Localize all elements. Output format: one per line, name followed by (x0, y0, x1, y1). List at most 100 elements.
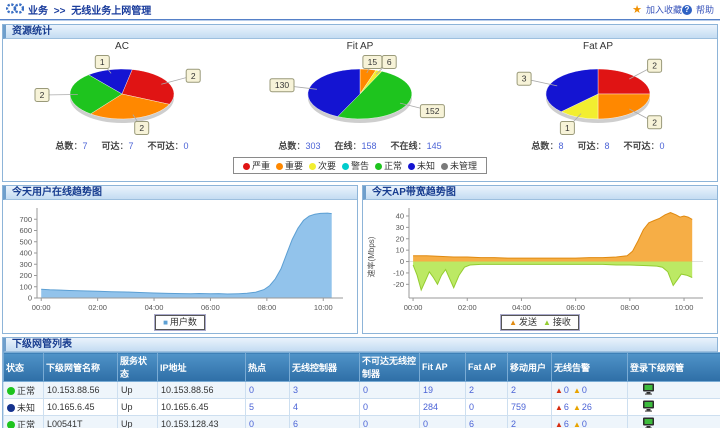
svg-text:300: 300 (19, 260, 32, 269)
svg-text:700: 700 (19, 215, 32, 224)
severity-legend: 严重重要次要警告正常未知未管理 (233, 157, 487, 174)
critical-alarm-count[interactable]: 0 (564, 385, 569, 395)
help-icon[interactable]: ? (682, 5, 692, 15)
bandwidth-trend-legend: ▲发送▲接收 (501, 315, 579, 330)
pie-fat-ap-stats: 总数：8可达：8不可达：0 (479, 139, 717, 152)
svg-text:08:00: 08:00 (258, 303, 277, 312)
major-alarm-count[interactable]: 26 (582, 402, 592, 412)
legend-label: 用户数 (170, 317, 197, 327)
svg-text:0: 0 (400, 257, 404, 266)
cell-fit-ap[interactable]: 0 (420, 416, 466, 428)
nms-col-header: 热点 (246, 353, 290, 382)
cell-hotspot[interactable]: 0 (246, 416, 290, 428)
favorite-star-icon[interactable]: ★ (632, 3, 642, 16)
breadcrumb-page: 无线业务上网管理 (71, 6, 151, 17)
login-nms-icon[interactable] (642, 383, 655, 397)
user-trend-header: 今天用户在线趋势图 (3, 186, 357, 200)
cell-fat-ap[interactable]: 6 (466, 416, 508, 428)
legend-marker-icon: ▲ (543, 318, 551, 327)
legend-marker-icon: ▲ (509, 318, 517, 327)
pie-stat: 总数：7 (55, 141, 87, 151)
cell-status: 正常 (4, 382, 44, 399)
svg-text:6: 6 (387, 57, 392, 67)
breadcrumb-root[interactable]: 业务 (28, 6, 48, 17)
severity-dot-icon (309, 163, 316, 170)
cell-wireless-alarms: ▲6▲0 (552, 416, 628, 428)
pie-stat: 总数：303 (278, 141, 320, 151)
cell-unreachable-wlc[interactable]: 0 (360, 399, 420, 416)
major-alarm-icon: ▲ (573, 420, 581, 428)
cell-service-status: Up (118, 416, 158, 428)
major-alarm-count[interactable]: 0 (582, 419, 587, 428)
cell-nms-name[interactable]: 10.165.6.45 (44, 399, 118, 416)
legend-marker-icon: ■ (163, 318, 168, 327)
severity-legend-item: 严重 (243, 161, 270, 171)
pie-svg: 156152130 (247, 54, 473, 136)
severity-legend-item: 未知 (408, 161, 435, 171)
svg-text:600: 600 (19, 226, 32, 235)
cell-service-status: Up (118, 382, 158, 399)
cell-status: 未知 (4, 399, 44, 416)
pie-slice-严重[interactable] (598, 69, 650, 94)
cell-wlc[interactable]: 4 (290, 399, 360, 416)
svg-text:400: 400 (19, 249, 32, 258)
pie-ac-chart[interactable]: 1222 (3, 54, 241, 138)
cell-fat-ap[interactable]: 2 (466, 382, 508, 399)
svg-text:02:00: 02:00 (458, 303, 477, 312)
cell-nms-name[interactable]: 10.153.88.56 (44, 382, 118, 399)
cell-unreachable-wlc[interactable]: 0 (360, 416, 420, 428)
pie-fat-ap-chart[interactable]: 2213 (479, 54, 717, 138)
severity-legend-item: 次要 (309, 161, 336, 171)
resource-stats-panel: 资源统计 AC 1222 总数：7可达：7不可达：0 Fit AP 156152… (2, 24, 718, 182)
svg-text:2: 2 (191, 71, 196, 81)
cell-login-nms (628, 382, 720, 399)
bandwidth-trend-panel: 今天AP带宽趋势图 -20-1001020304000:0002:0004:00… (362, 185, 718, 334)
area-svg: 010020030040050060070000:0002:0004:0006:… (5, 201, 353, 313)
severity-dot-icon (441, 163, 448, 170)
cell-mobile-users[interactable]: 2 (508, 416, 552, 428)
help-link[interactable]: 帮助 (696, 3, 714, 16)
nms-table-row[interactable]: 正常L00541TUp10.153.128.43060062▲6▲0 (4, 416, 720, 428)
bandwidth-trend-chart[interactable]: -20-1001020304000:0002:0004:0006:0008:00… (363, 200, 717, 315)
svg-text:00:00: 00:00 (32, 303, 51, 312)
pie-ac: AC 1222 总数：7可达：7不可达：0 (3, 39, 241, 152)
svg-text:500: 500 (19, 237, 32, 246)
cell-wlc[interactable]: 3 (290, 382, 360, 399)
major-alarm-count[interactable]: 0 (582, 385, 587, 395)
svg-text:-10: -10 (393, 268, 404, 277)
nms-col-header: 移动用户 (508, 353, 552, 382)
cell-fit-ap[interactable]: 284 (420, 399, 466, 416)
user-trend-chart[interactable]: 010020030040050060070000:0002:0004:0006:… (3, 200, 357, 315)
cell-nms-name[interactable]: L00541T (44, 416, 118, 428)
cell-wlc[interactable]: 6 (290, 416, 360, 428)
login-nms-icon[interactable] (642, 417, 655, 428)
cell-hotspot[interactable]: 5 (246, 399, 290, 416)
nms-table-row[interactable]: 未知10.165.6.45Up10.165.6.455402840759▲6▲2… (4, 399, 720, 416)
cell-fit-ap[interactable]: 19 (420, 382, 466, 399)
add-favorite-link[interactable]: 加入收藏 (646, 3, 682, 16)
status-dot-icon (7, 404, 15, 412)
critical-alarm-count[interactable]: 6 (564, 402, 569, 412)
top-divider (0, 19, 720, 21)
cell-mobile-users[interactable]: 759 (508, 399, 552, 416)
bandwidth-trend-header: 今天AP带宽趋势图 (363, 186, 717, 200)
pie-fit-ap-chart[interactable]: 156152130 (241, 54, 479, 138)
cell-unreachable-wlc[interactable]: 0 (360, 382, 420, 399)
pie-slice-重要[interactable] (598, 94, 650, 119)
user-trend-legend: ■用户数 (155, 315, 205, 330)
cell-fat-ap[interactable]: 0 (466, 399, 508, 416)
critical-alarm-count[interactable]: 6 (564, 419, 569, 428)
pie-fit-ap-title: Fit AP (241, 41, 479, 54)
svg-text:1: 1 (100, 57, 105, 67)
cell-mobile-users[interactable]: 2 (508, 382, 552, 399)
cell-ip-address: 10.165.6.45 (158, 399, 246, 416)
svg-text:0: 0 (28, 294, 32, 303)
nms-table-row[interactable]: 正常10.153.88.56Up10.153.88.560301922▲0▲0 (4, 382, 720, 399)
nms-list-header: 下级网管列表 (3, 338, 717, 352)
pie-stat: 可达：8 (577, 141, 609, 151)
login-nms-icon[interactable] (642, 400, 655, 414)
cell-ip-address: 10.153.88.56 (158, 382, 246, 399)
pie-fit-ap-stats: 总数：303在线：158不在线：145 (241, 139, 479, 152)
cell-hotspot[interactable]: 0 (246, 382, 290, 399)
nms-col-header: 状态 (4, 353, 44, 382)
